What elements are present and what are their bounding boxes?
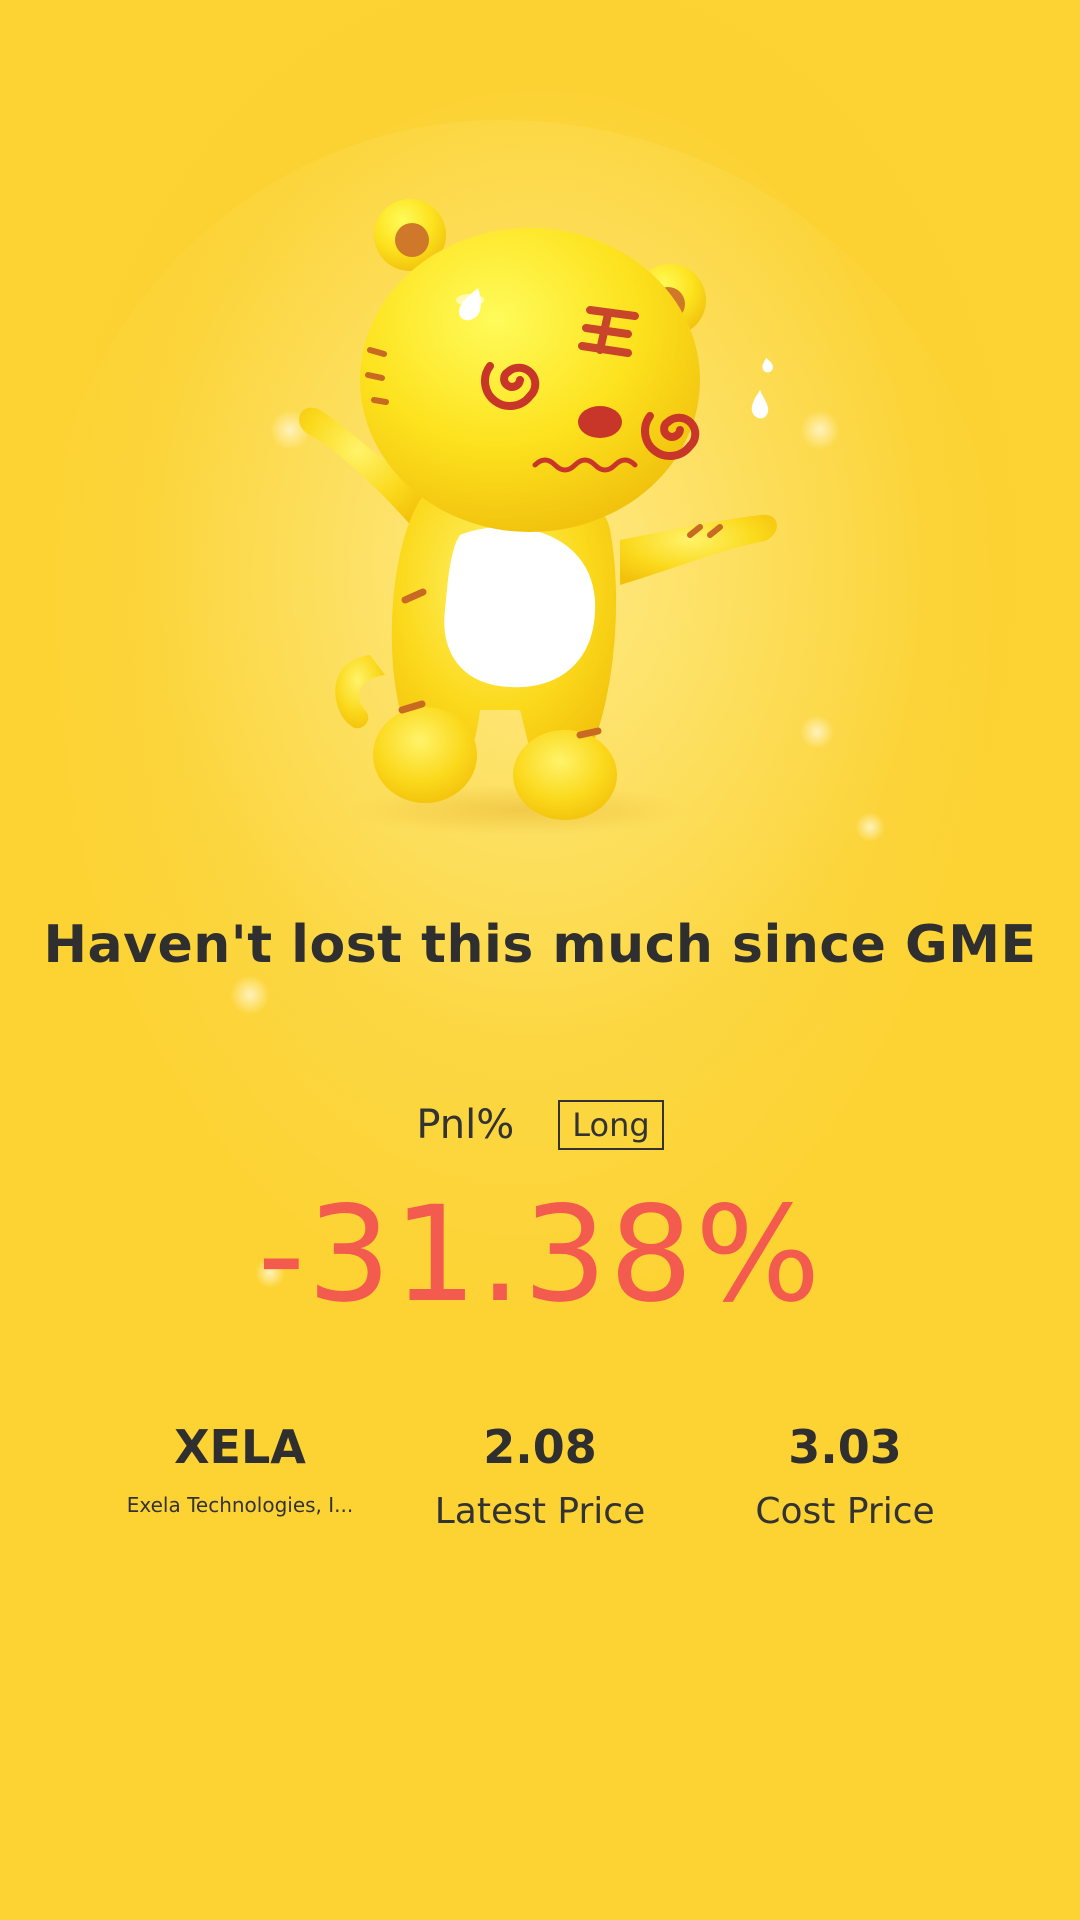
- sparkle: [800, 715, 834, 749]
- sparkle: [230, 975, 270, 1015]
- dizzy-tiger-mascot-icon: [299, 199, 777, 836]
- latest-price-value: 2.08: [483, 1420, 597, 1474]
- latest-price-label: Latest Price: [434, 1491, 646, 1532]
- cost-price: 3.03 Cost Price: [680, 1416, 1010, 1538]
- sparkle: [800, 410, 840, 450]
- cost-price-value: 3.03: [788, 1420, 902, 1474]
- stats-row: XELA Exela Technologies, I... 2.08 Lates…: [0, 1416, 1080, 1556]
- headline: Haven't lost this much since GME: [43, 915, 1037, 975]
- latest-price: 2.08 Latest Price: [375, 1416, 705, 1538]
- cost-price-label: Cost Price: [755, 1491, 935, 1532]
- position-tag: Long: [558, 1100, 664, 1150]
- pnl-label: Pnl%: [416, 1102, 515, 1148]
- stock-name: Exela Technologies, I...: [126, 1493, 354, 1517]
- stock-ticker: XELA: [174, 1420, 306, 1474]
- pnl-percentage: -31.38%: [257, 1178, 823, 1332]
- sparkle: [855, 812, 885, 842]
- pnl-header: Pnl% Long: [0, 1100, 1080, 1150]
- stock-info: XELA Exela Technologies, I...: [75, 1416, 405, 1520]
